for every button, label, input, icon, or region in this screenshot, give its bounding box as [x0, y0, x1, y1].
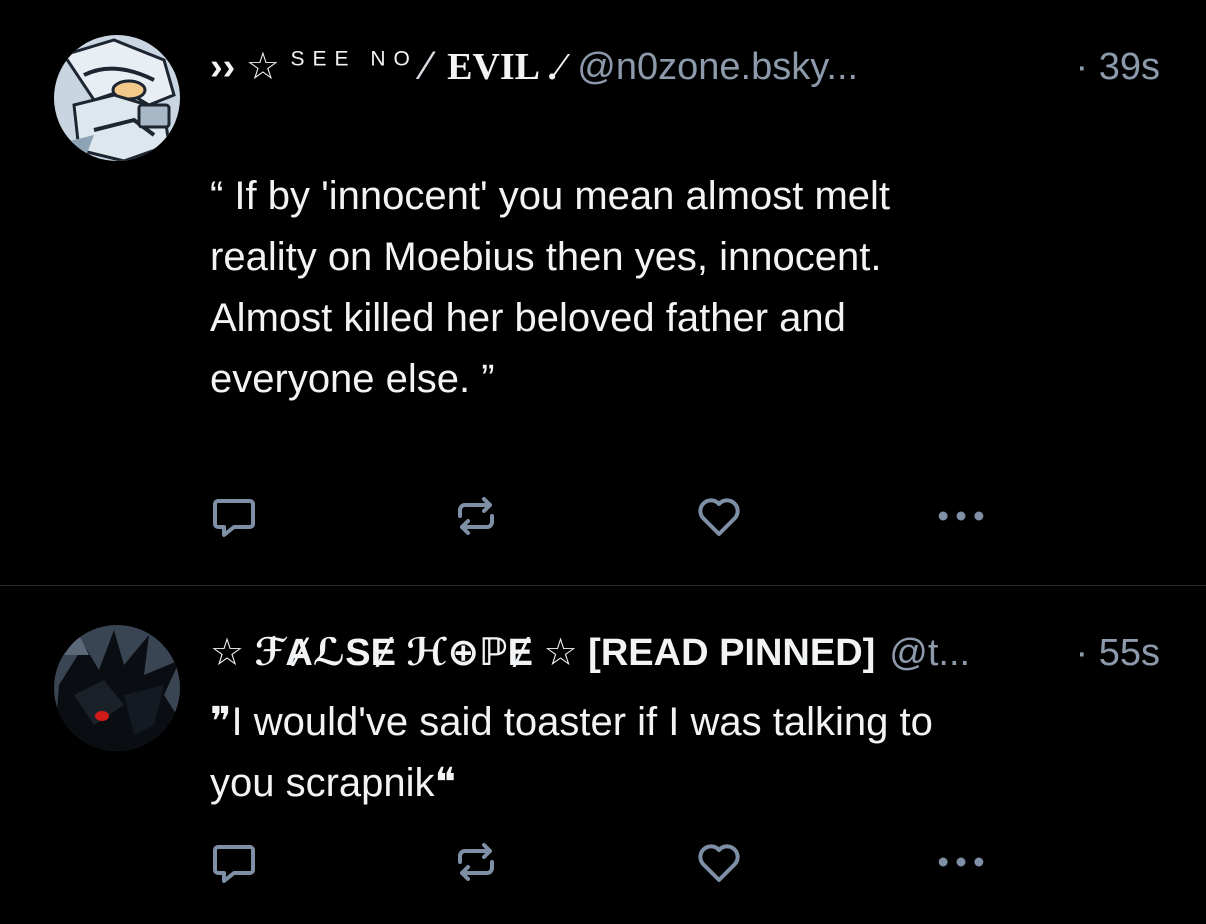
heart-icon: [698, 844, 740, 882]
post-header: ☆ ℱȺℒЅɆ ℋ⊕ℙɆ ☆ [READ PINNED] @t... · 55s: [210, 630, 1160, 675]
display-name-part: EVIL .⁄: [447, 46, 564, 88]
repost-button[interactable]: [451, 837, 501, 887]
display-name-prefix: ›› ☆: [210, 46, 291, 88]
avatar[interactable]: [54, 625, 180, 751]
handle[interactable]: @t...: [889, 632, 970, 675]
display-name[interactable]: ›› ☆ SEE NO ⁄ EVIL .⁄: [210, 44, 563, 89]
like-button[interactable]: [694, 837, 744, 887]
handle[interactable]: @n0zone.bsky...: [577, 46, 858, 89]
repost-button[interactable]: [451, 491, 501, 541]
avatar[interactable]: [54, 35, 180, 161]
post-text: “ If by 'innocent' you mean almost melt …: [210, 174, 891, 401]
more-button[interactable]: [936, 837, 986, 887]
display-name-slash: ⁄: [423, 44, 431, 88]
timestamp[interactable]: · 55s: [1076, 632, 1160, 675]
more-icon: [938, 857, 984, 867]
feed-post[interactable]: ›› ☆ SEE NO ⁄ EVIL .⁄ @n0zone.bsky... · 3…: [0, 0, 1206, 586]
post-actions: [0, 491, 1206, 541]
more-button[interactable]: [936, 491, 986, 541]
heart-icon: [698, 498, 740, 536]
display-name-part: SEE NO: [290, 47, 418, 71]
feed-post[interactable]: ☆ ℱȺℒЅɆ ℋ⊕ℙɆ ☆ [READ PINNED] @t... · 55s…: [0, 586, 1206, 924]
repost-icon: [458, 843, 494, 881]
repost-icon: [458, 497, 494, 535]
reply-icon: [213, 845, 255, 883]
timestamp[interactable]: · 39s: [1076, 46, 1160, 89]
post-text: ❞I would've said toaster if I was talkin…: [210, 700, 933, 805]
reply-icon: [213, 499, 255, 537]
reply-button[interactable]: [209, 837, 259, 887]
dark-hedgehog-avatar-icon: [54, 625, 180, 751]
display-name[interactable]: ☆ ℱȺℒЅɆ ℋ⊕ℙɆ ☆ [READ PINNED]: [210, 630, 875, 675]
reply-button[interactable]: [209, 491, 259, 541]
anime-character-avatar-icon: [54, 35, 180, 161]
like-button[interactable]: [694, 491, 744, 541]
post-header: ›› ☆ SEE NO ⁄ EVIL .⁄ @n0zone.bsky... · 3…: [210, 44, 1160, 89]
more-icon: [938, 511, 984, 521]
post-actions: [0, 837, 1206, 887]
